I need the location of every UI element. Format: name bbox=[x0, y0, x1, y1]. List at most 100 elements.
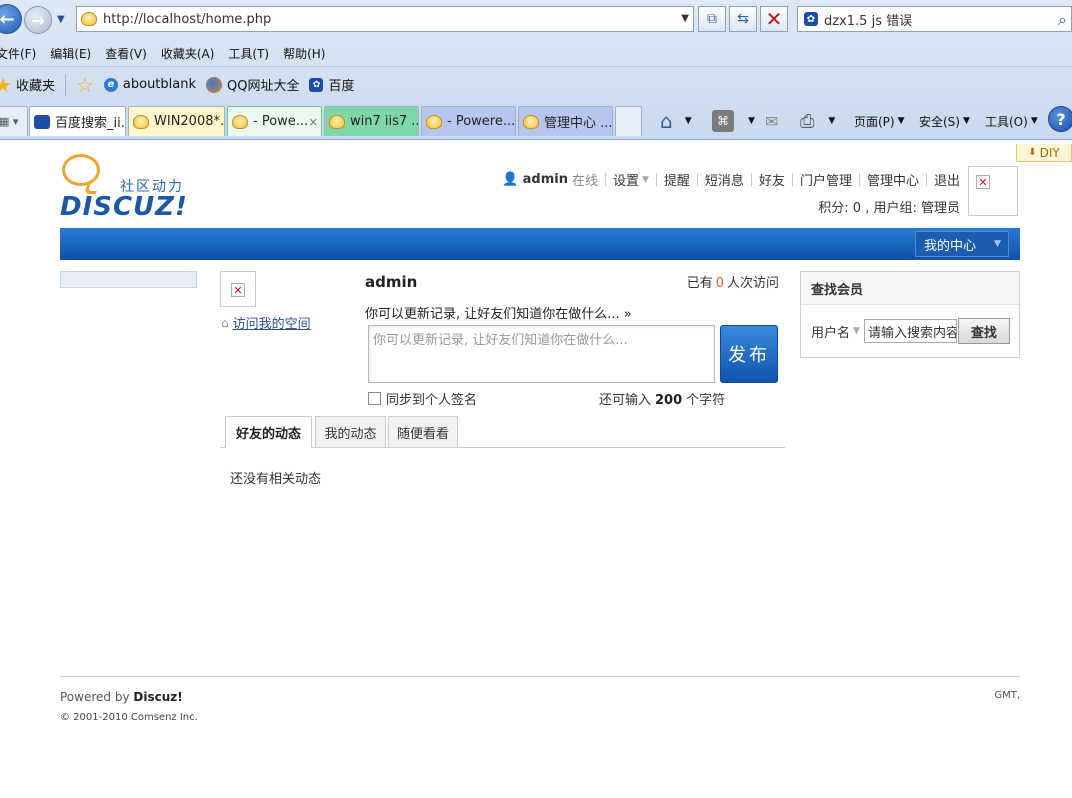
home-dropdown-icon[interactable]: ▼ bbox=[685, 116, 692, 126]
logout-link[interactable]: 退出 bbox=[934, 170, 960, 189]
status-textarea[interactable]: 你可以更新记录, 让好友们知道你在做什么... bbox=[368, 325, 715, 383]
browser-search-text[interactable]: dzx1.5 js 错误 bbox=[824, 10, 912, 29]
find-button[interactable]: 查找 bbox=[957, 318, 1010, 344]
fav-link-aboutblank[interactable]: e aboutblank bbox=[103, 77, 196, 92]
menu-bar: 文件(F) 编辑(E) 查看(V) 收藏夹(A) 工具(T) 帮助(H) bbox=[0, 40, 1072, 66]
quick-tabs-button[interactable]: ▦ ▾ bbox=[0, 106, 28, 136]
tab-friends-feed[interactable]: 好友的动态 bbox=[225, 416, 312, 448]
remain-suffix: 个字符 bbox=[686, 393, 726, 408]
ie-icon: e bbox=[103, 77, 118, 92]
browser-tab-active[interactable]: - Powe... × bbox=[227, 106, 322, 136]
add-favorite-icon[interactable]: ☆ bbox=[76, 73, 94, 97]
refresh-icon: ⇆ bbox=[737, 11, 749, 27]
diy-button[interactable]: ⬇ DIY bbox=[1016, 144, 1072, 162]
feeds-button[interactable]: ⌘ ▼ bbox=[712, 108, 755, 134]
browser-tab[interactable]: 百度搜索_ii... bbox=[29, 106, 126, 136]
tab-bar: ▦ ▾ 百度搜索_ii... WIN2008*... - Powe... × wi… bbox=[0, 102, 1072, 140]
browser-search-box[interactable]: ✿ dzx1.5 js 错误 ⌕ bbox=[797, 6, 1072, 32]
fav-link-label: aboutblank bbox=[122, 77, 196, 92]
header-avatar[interactable]: ✕ bbox=[968, 166, 1018, 216]
settings-link[interactable]: 设置 bbox=[613, 170, 639, 189]
safety-menu[interactable]: 安全(S) ▼ bbox=[919, 108, 970, 134]
help-button[interactable]: ? bbox=[1048, 106, 1072, 132]
menu-view[interactable]: 查看(V) bbox=[105, 45, 147, 62]
menu-favorites[interactable]: 收藏夹(A) bbox=[161, 45, 215, 62]
tab-close-icon[interactable]: × bbox=[308, 115, 318, 129]
chevron-down-icon[interactable]: ▼ bbox=[642, 175, 649, 185]
back-button[interactable]: ← bbox=[0, 4, 22, 34]
tab-my-feed[interactable]: 我的动态 bbox=[315, 416, 386, 448]
new-tab-button[interactable] bbox=[615, 106, 642, 136]
username-link[interactable]: admin bbox=[523, 172, 568, 187]
sync-checkbox[interactable] bbox=[368, 392, 381, 405]
powered-brand-link[interactable]: Discuz! bbox=[133, 690, 182, 704]
feeds-dropdown-icon[interactable]: ▼ bbox=[748, 116, 755, 126]
discuz-favicon-icon bbox=[523, 114, 539, 129]
forward-button[interactable]: → bbox=[24, 6, 52, 34]
sync-signature[interactable]: 同步到个人签名 bbox=[368, 389, 477, 408]
visit-space-link[interactable]: 访问我的空间 bbox=[233, 313, 311, 332]
divider bbox=[750, 173, 752, 186]
menu-file[interactable]: 文件(F) bbox=[0, 45, 36, 62]
read-mail-button[interactable]: ✉ bbox=[765, 108, 778, 134]
print-button[interactable]: ⎙ ▼ bbox=[800, 108, 835, 134]
powered-by: Powered by Discuz! bbox=[60, 690, 183, 704]
my-center-menu[interactable]: 我的中心 ▼ bbox=[915, 231, 1009, 257]
baidu-paw-icon: ✿ bbox=[309, 77, 324, 92]
address-bar[interactable]: http://localhost/home.php ▼ bbox=[76, 6, 694, 32]
portal-admin-link[interactable]: 门户管理 bbox=[800, 170, 852, 189]
tab-random-feed[interactable]: 随便看看 bbox=[388, 416, 458, 448]
baidu-paw-icon: ✿ bbox=[804, 12, 818, 26]
menu-help[interactable]: 帮助(H) bbox=[283, 45, 325, 62]
publish-button[interactable]: 发布 bbox=[720, 325, 778, 383]
chevron-down-icon: ▼ bbox=[897, 116, 905, 126]
fav-link-qq[interactable]: QQ网址大全 bbox=[206, 75, 299, 94]
address-text[interactable]: http://localhost/home.php bbox=[103, 12, 271, 27]
browser-tab[interactable]: - Powere... bbox=[421, 106, 516, 136]
chevron-down-icon[interactable]: ▼ bbox=[853, 326, 860, 336]
messages-link[interactable]: 短消息 bbox=[705, 170, 744, 189]
search-icon[interactable]: ⌕ bbox=[1058, 10, 1067, 30]
admin-center-link[interactable]: 管理中心 bbox=[867, 170, 919, 189]
history-dropdown-icon[interactable]: ▼ bbox=[57, 14, 65, 25]
print-dropdown-icon[interactable]: ▼ bbox=[828, 116, 835, 126]
page-menu[interactable]: 页面(P) ▼ bbox=[854, 108, 905, 134]
diy-arrow-icon: ⬇ bbox=[1028, 147, 1037, 158]
browser-tab[interactable]: 管理中心 ... bbox=[518, 106, 613, 136]
stop-button[interactable]: ✕ bbox=[760, 6, 788, 32]
favorites-star-icon[interactable]: ★ bbox=[0, 73, 12, 97]
notifications-link[interactable]: 提醒 bbox=[664, 170, 690, 189]
broken-image-icon: ✕ bbox=[976, 175, 990, 189]
fav-link-baidu[interactable]: ✿ 百度 bbox=[309, 75, 354, 94]
browser-tab[interactable]: win7 iis7 ... bbox=[324, 106, 419, 136]
favorites-button-label[interactable]: 收藏夹 bbox=[16, 75, 55, 94]
discuz-favicon-icon bbox=[426, 114, 442, 129]
search-field-label[interactable]: 用户名 bbox=[811, 322, 850, 341]
page-favicon-icon bbox=[81, 12, 97, 26]
char-remaining: 还可输入 200 个字符 bbox=[599, 389, 725, 408]
status-prompt[interactable]: 你可以更新记录, 让好友们知道你在做什么... » bbox=[365, 303, 632, 322]
browser-tab[interactable]: WIN2008*... bbox=[128, 106, 225, 136]
visits-suffix: 人次访问 bbox=[726, 276, 779, 291]
profile-avatar[interactable]: ✕ bbox=[220, 271, 256, 307]
visit-space[interactable]: ⌂ 访问我的空间 bbox=[221, 313, 311, 333]
menu-edit[interactable]: 编辑(E) bbox=[50, 45, 91, 62]
diy-label: DIY bbox=[1039, 145, 1060, 160]
compatibility-icon: ⧉ bbox=[707, 11, 717, 27]
member-search-input[interactable]: 请输入搜索内容 bbox=[863, 319, 957, 343]
remain-count: 200 bbox=[655, 393, 683, 408]
address-dropdown-icon[interactable]: ▼ bbox=[681, 13, 689, 24]
menu-tools[interactable]: 工具(T) bbox=[228, 45, 269, 62]
divider bbox=[858, 173, 860, 186]
visits-number: 0 bbox=[715, 276, 724, 291]
tab-title: win7 iis7 ... bbox=[350, 114, 419, 129]
compatibility-view-button[interactable]: ⧉ bbox=[698, 6, 726, 32]
help-icon: ? bbox=[1056, 109, 1066, 129]
site-logo[interactable]: 社区动力 DISCUZ! bbox=[60, 154, 200, 224]
home-button[interactable]: ⌂ ▼ bbox=[660, 108, 692, 134]
tools-menu[interactable]: 工具(O) ▼ bbox=[985, 108, 1038, 134]
refresh-button[interactable]: ⇆ bbox=[729, 6, 757, 32]
friends-link[interactable]: 好友 bbox=[759, 170, 785, 189]
online-status[interactable]: 在线 bbox=[572, 170, 598, 189]
baidu-paw-icon bbox=[34, 114, 50, 129]
